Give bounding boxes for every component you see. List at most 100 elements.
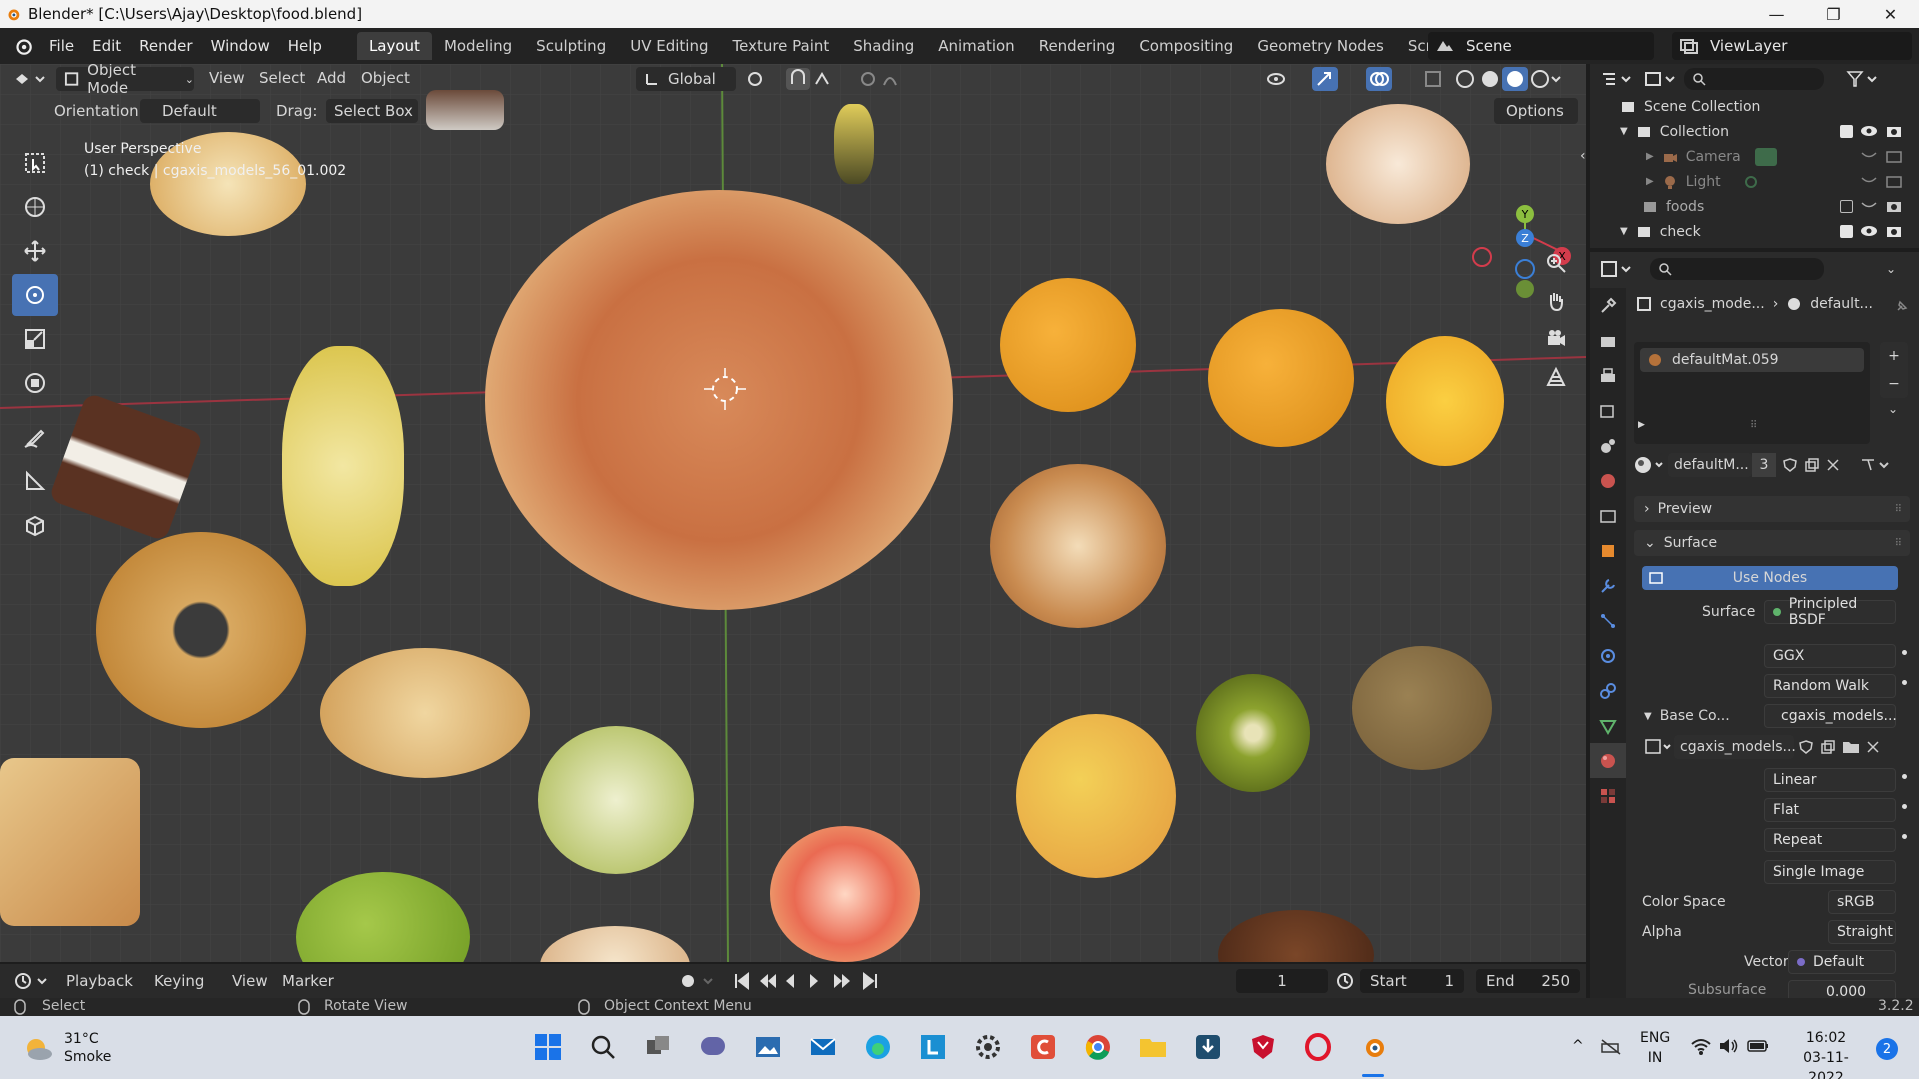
move-tool[interactable] bbox=[12, 230, 58, 272]
kiwi[interactable] bbox=[1352, 646, 1492, 770]
subsurface-method-dropdown[interactable]: Random Walk bbox=[1764, 674, 1896, 698]
volume-icon[interactable] bbox=[1718, 1036, 1740, 1056]
download-app-icon[interactable] bbox=[1193, 1032, 1223, 1062]
scene-selector[interactable]: Scene bbox=[1428, 32, 1654, 60]
animate-dot-icon[interactable] bbox=[1902, 834, 1907, 839]
tab-uv-editing[interactable]: UV Editing bbox=[618, 32, 720, 60]
expand-arrow-icon[interactable]: ▶ bbox=[1646, 176, 1654, 187]
material-slot-item[interactable]: defaultMat.059 bbox=[1640, 348, 1864, 372]
outliner-row-camera[interactable]: ▶ Camera bbox=[1590, 144, 1919, 169]
preview-panel-header[interactable]: › Preview ⠿ bbox=[1634, 496, 1910, 522]
viewport-menu-select[interactable]: Select bbox=[259, 69, 305, 87]
auto-keying-icon[interactable] bbox=[680, 973, 720, 989]
source-dropdown[interactable]: Single Image bbox=[1764, 860, 1896, 884]
slot-specials-chevron-icon[interactable]: ⌄ bbox=[1888, 402, 1898, 416]
notification-badge[interactable]: 2 bbox=[1876, 1038, 1898, 1060]
teams-chat-icon[interactable] bbox=[698, 1032, 728, 1062]
tab-render[interactable] bbox=[1590, 323, 1626, 358]
eye-icon[interactable] bbox=[1860, 223, 1878, 239]
object-mode-dropdown[interactable]: Object Mode ⌄ bbox=[56, 64, 194, 97]
animate-dot-icon[interactable] bbox=[1902, 804, 1907, 809]
menu-render[interactable]: Render bbox=[130, 37, 201, 55]
tab-shading[interactable]: Shading bbox=[841, 32, 926, 60]
viewport-menu-add[interactable]: Add bbox=[317, 69, 346, 87]
fake-user-shield-icon[interactable] bbox=[1798, 739, 1814, 755]
shading-modes-icon[interactable] bbox=[1452, 67, 1562, 91]
tab-rendering[interactable]: Rendering bbox=[1027, 32, 1128, 60]
outliner-row-check[interactable]: ▼ check bbox=[1590, 219, 1919, 244]
windows-start-icon[interactable] bbox=[533, 1032, 563, 1062]
animate-dot-icon[interactable] bbox=[1902, 650, 1907, 655]
tab-view-layer[interactable] bbox=[1590, 393, 1626, 428]
pan-button[interactable] bbox=[1536, 282, 1576, 320]
select-box-tool[interactable] bbox=[12, 142, 58, 184]
collapse-sidebar-icon[interactable]: ‹ bbox=[1580, 148, 1586, 164]
tab-texture-paint[interactable]: Texture Paint bbox=[720, 32, 841, 60]
gizmo-toggle-icon[interactable] bbox=[1312, 67, 1338, 91]
check-checkbox[interactable] bbox=[1840, 225, 1853, 238]
unlink-icon[interactable] bbox=[1826, 458, 1840, 472]
tab-tool[interactable] bbox=[1590, 288, 1626, 323]
end-frame-field[interactable]: End 250 bbox=[1476, 969, 1580, 993]
pivot-point-icon[interactable] bbox=[746, 70, 778, 88]
expand-arrow-icon[interactable]: ▶ bbox=[1646, 151, 1654, 162]
eye-closed-icon[interactable] bbox=[1860, 175, 1878, 187]
playback-menu[interactable]: Playback bbox=[66, 972, 133, 990]
tab-sculpting[interactable]: Sculpting bbox=[524, 32, 618, 60]
outliner-row-collection[interactable]: ▼ Collection bbox=[1590, 119, 1919, 144]
animate-dot-icon[interactable] bbox=[1902, 680, 1907, 685]
outliner-row-light[interactable]: ▶ Light bbox=[1590, 169, 1919, 194]
fake-user-shield-icon[interactable] bbox=[1782, 457, 1798, 473]
maximize-button[interactable]: ❐ bbox=[1805, 0, 1862, 28]
interpolation-dropdown[interactable]: Linear bbox=[1764, 768, 1896, 792]
duplicate-icon[interactable] bbox=[1804, 457, 1820, 473]
proportional-edit-icon[interactable] bbox=[858, 69, 908, 89]
show-hidden-icons-icon[interactable]: ^ bbox=[1572, 1038, 1584, 1054]
opera-icon[interactable] bbox=[1303, 1032, 1333, 1062]
network-off-icon[interactable] bbox=[1600, 1038, 1622, 1056]
expand-arrow-icon[interactable]: ▼ bbox=[1620, 226, 1628, 237]
extension-dropdown[interactable]: Repeat bbox=[1764, 828, 1896, 852]
animate-dot-icon[interactable] bbox=[1902, 774, 1907, 779]
blender-taskbar-icon[interactable] bbox=[1358, 1032, 1388, 1062]
add-cube-tool[interactable] bbox=[12, 504, 58, 546]
transform-tool[interactable] bbox=[12, 362, 58, 404]
remove-slot-button[interactable]: − bbox=[1880, 370, 1908, 398]
donut[interactable] bbox=[96, 532, 306, 728]
orange-2[interactable] bbox=[1208, 309, 1354, 447]
material-name-field[interactable]: defaultM... bbox=[1668, 453, 1752, 477]
duplicate-icon[interactable] bbox=[1820, 739, 1836, 755]
snap-icon[interactable] bbox=[786, 68, 846, 90]
marker-menu[interactable]: Marker bbox=[282, 972, 334, 990]
language-indicator[interactable]: ENG IN bbox=[1640, 1028, 1670, 1068]
search-icon[interactable] bbox=[588, 1032, 618, 1062]
add-slot-button[interactable]: + bbox=[1880, 342, 1908, 370]
visibility-filter-icon[interactable] bbox=[1266, 69, 1296, 89]
eye-icon[interactable] bbox=[1860, 123, 1878, 139]
projection-toggle-button[interactable] bbox=[1536, 358, 1576, 396]
orange-half[interactable] bbox=[1386, 336, 1504, 466]
keying-menu[interactable]: Keying bbox=[154, 972, 204, 990]
collapse-arrow-icon[interactable]: ▼ bbox=[1644, 711, 1652, 722]
overlay-toggle-icon[interactable] bbox=[1366, 67, 1392, 91]
tab-object[interactable] bbox=[1590, 533, 1626, 568]
launcher-l-icon[interactable] bbox=[918, 1032, 948, 1062]
mcafee-shield-icon[interactable] bbox=[1248, 1032, 1278, 1062]
projection-dropdown[interactable]: Flat bbox=[1764, 798, 1896, 822]
distribution-dropdown[interactable]: GGX bbox=[1764, 644, 1896, 668]
properties-editor-icon[interactable] bbox=[1600, 260, 1632, 278]
view-layer-selector[interactable]: ViewLayer bbox=[1672, 32, 1912, 60]
tab-animation[interactable]: Animation bbox=[926, 32, 1026, 60]
render-disabled-icon[interactable] bbox=[1886, 148, 1902, 164]
tab-modeling[interactable]: Modeling bbox=[432, 32, 524, 60]
tab-layout[interactable]: Layout bbox=[356, 32, 432, 60]
zoom-button[interactable] bbox=[1536, 244, 1576, 282]
menu-file[interactable]: File bbox=[40, 37, 83, 55]
clock[interactable]: 16:02 03-11-2022 bbox=[1786, 1028, 1866, 1079]
timeline-view-menu[interactable]: View bbox=[232, 972, 268, 990]
tab-output[interactable] bbox=[1590, 358, 1626, 393]
filter-icon[interactable] bbox=[1846, 70, 1880, 88]
task-view-icon[interactable] bbox=[643, 1032, 673, 1062]
apple-half[interactable] bbox=[538, 726, 694, 874]
editor-type-icon[interactable] bbox=[12, 70, 46, 88]
